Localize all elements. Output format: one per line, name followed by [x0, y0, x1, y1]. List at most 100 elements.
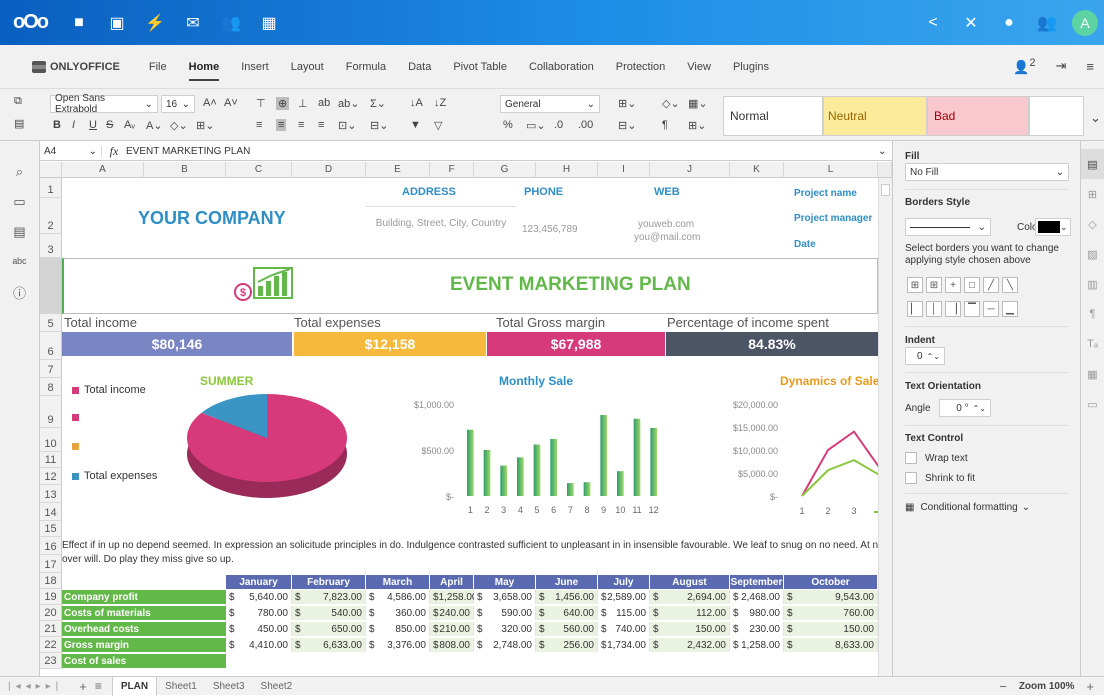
increase-decimal-icon[interactable]: .00: [578, 119, 593, 131]
table-cell[interactable]: $560.00: [536, 622, 598, 636]
bold-icon[interactable]: B: [53, 119, 61, 131]
row-header[interactable]: 14: [40, 503, 62, 521]
sheet-list-icon[interactable]: ≡: [95, 679, 102, 693]
kpi-value-income[interactable]: $80,146: [62, 332, 292, 356]
row-header[interactable]: 12: [40, 468, 62, 485]
table-cell[interactable]: $2,748.00: [474, 638, 536, 652]
mail-icon[interactable]: ✉: [174, 0, 212, 45]
chat-icon[interactable]: ▤: [0, 217, 39, 247]
dynamics-sales-chart[interactable]: $20,000.00 $15,000.00 $10,000.00 $5,000.00 $…: [680, 394, 878, 524]
formula-input[interactable]: EVENT MARKETING PLAN: [126, 146, 878, 157]
row-header[interactable]: 19: [40, 589, 62, 605]
month-header[interactable]: September: [730, 575, 783, 589]
style-empty[interactable]: [1029, 96, 1084, 136]
font-size-select[interactable]: 16 ⌄: [161, 95, 195, 113]
table-cell[interactable]: $1,258.00: [430, 590, 478, 604]
table-cell[interactable]: $320.00: [474, 622, 536, 636]
align-top-icon[interactable]: ⊤: [256, 97, 266, 110]
table-cell[interactable]: $210.00: [430, 622, 474, 636]
diagonal-up-icon[interactable]: ╱: [983, 277, 999, 293]
function-icon[interactable]: fx: [102, 144, 126, 159]
text-orientation-icon[interactable]: ab⌄: [338, 97, 359, 110]
align-left-icon[interactable]: ≡: [256, 119, 262, 131]
table-cell[interactable]: $112.00: [650, 606, 730, 620]
table-cell[interactable]: $1,734.00: [598, 638, 650, 652]
row-header[interactable]: 10: [40, 428, 62, 452]
tab-insert[interactable]: Insert: [230, 45, 280, 89]
table-cell[interactable]: $9,543.00: [784, 590, 878, 604]
align-middle-icon[interactable]: ⊕: [276, 97, 290, 110]
row-header[interactable]: 16: [40, 537, 62, 555]
tab-collaboration[interactable]: Collaboration: [518, 45, 605, 89]
column-header[interactable]: F: [430, 162, 474, 178]
wrap-text-checkbox[interactable]: [905, 452, 917, 464]
sheet-tab-sheet2[interactable]: Sheet2: [253, 677, 301, 696]
table-cell[interactable]: $640.00: [536, 606, 598, 620]
table-cell[interactable]: $808.00: [430, 638, 474, 652]
outer-borders-icon[interactable]: □: [964, 277, 980, 293]
month-header[interactable]: June: [536, 575, 597, 589]
month-header[interactable]: January: [226, 575, 291, 589]
table-row-label[interactable]: Cost of sales: [62, 654, 226, 668]
row-header[interactable]: 22: [40, 637, 62, 653]
underline-icon[interactable]: U: [89, 119, 97, 131]
tab-file[interactable]: File: [138, 45, 178, 89]
spreadsheet-grid[interactable]: A B C D E F G H I J K L 1 2 3 4 5 6 7 8 …: [40, 162, 892, 676]
copy-style-icon[interactable]: ¶: [662, 119, 668, 131]
contacts-icon[interactable]: 👥: [212, 0, 250, 45]
table-cell[interactable]: $590.00: [474, 606, 536, 620]
table-row-label[interactable]: Company profit: [62, 590, 226, 604]
column-header[interactable]: J: [650, 162, 730, 178]
table-cell[interactable]: $540.00: [292, 606, 366, 620]
sheet-tab-sheet3[interactable]: Sheet3: [205, 677, 253, 696]
scroll-thumb[interactable]: [881, 184, 890, 196]
border-style-select[interactable]: ⌄: [905, 218, 991, 236]
number-format-select[interactable]: General ⌄: [500, 95, 600, 113]
row-header[interactable]: 18: [40, 573, 62, 589]
month-header[interactable]: October: [784, 575, 877, 589]
row-header[interactable]: 7: [40, 360, 62, 378]
filter-icon[interactable]: ▼: [410, 119, 421, 131]
table-cell[interactable]: $6,633.00: [292, 638, 366, 652]
row-header[interactable]: 6: [40, 332, 62, 360]
named-ranges-icon[interactable]: ⊟⌄: [370, 119, 388, 132]
table-cell[interactable]: $740.00: [598, 622, 650, 636]
decrease-font-icon[interactable]: A˅: [224, 97, 238, 109]
table-cell[interactable]: $2,694.00: [650, 590, 730, 604]
align-bottom-icon[interactable]: ⊥: [298, 97, 308, 110]
pivot-settings-icon[interactable]: ▦: [1081, 359, 1104, 389]
table-cell[interactable]: $5,640.00: [226, 590, 292, 604]
month-header[interactable]: February: [292, 575, 365, 589]
table-cell[interactable]: $2,432.00: [650, 638, 730, 652]
column-header[interactable]: G: [474, 162, 536, 178]
table-cell[interactable]: $3,658.00: [474, 590, 536, 604]
accounting-icon[interactable]: ▭⌄: [526, 119, 546, 132]
inner-borders-icon[interactable]: ⊞: [926, 277, 942, 293]
column-header[interactable]: E: [366, 162, 430, 178]
clear-filter-icon[interactable]: ▽: [434, 119, 442, 132]
subscript-icon[interactable]: Aᵥ: [124, 119, 135, 131]
row-header[interactable]: 11: [40, 452, 62, 468]
table-cell[interactable]: $450.00: [226, 622, 292, 636]
table-cell[interactable]: $150.00: [784, 622, 878, 636]
kpi-value-expenses[interactable]: $12,158: [294, 332, 486, 356]
row-header[interactable]: 8: [40, 378, 62, 396]
styles-expand-icon[interactable]: ⌄: [1090, 110, 1101, 126]
borders-icon[interactable]: ⊞⌄: [196, 119, 214, 132]
chevron-down-icon[interactable]: ⌄: [878, 146, 892, 157]
sort-descending-icon[interactable]: ↓Z: [434, 97, 446, 109]
table-cell[interactable]: $115.00: [598, 606, 650, 620]
tab-layout[interactable]: Layout: [280, 45, 335, 89]
table-cell[interactable]: $780.00: [226, 606, 292, 620]
shape-settings-icon[interactable]: ◇: [1081, 209, 1104, 239]
inner-cross-icon[interactable]: +: [945, 277, 961, 293]
table-cell[interactable]: $1,456.00: [536, 590, 598, 604]
tab-view[interactable]: View: [676, 45, 722, 89]
decrease-decimal-icon[interactable]: .0: [554, 119, 563, 131]
row-header[interactable]: 21: [40, 621, 62, 637]
fill-color-icon[interactable]: ◇⌄: [170, 119, 188, 132]
tab-data[interactable]: Data: [397, 45, 442, 89]
row-header[interactable]: 2: [40, 198, 62, 234]
copy-icon[interactable]: ⧉: [14, 95, 22, 108]
photos-icon[interactable]: ▣: [98, 0, 136, 45]
